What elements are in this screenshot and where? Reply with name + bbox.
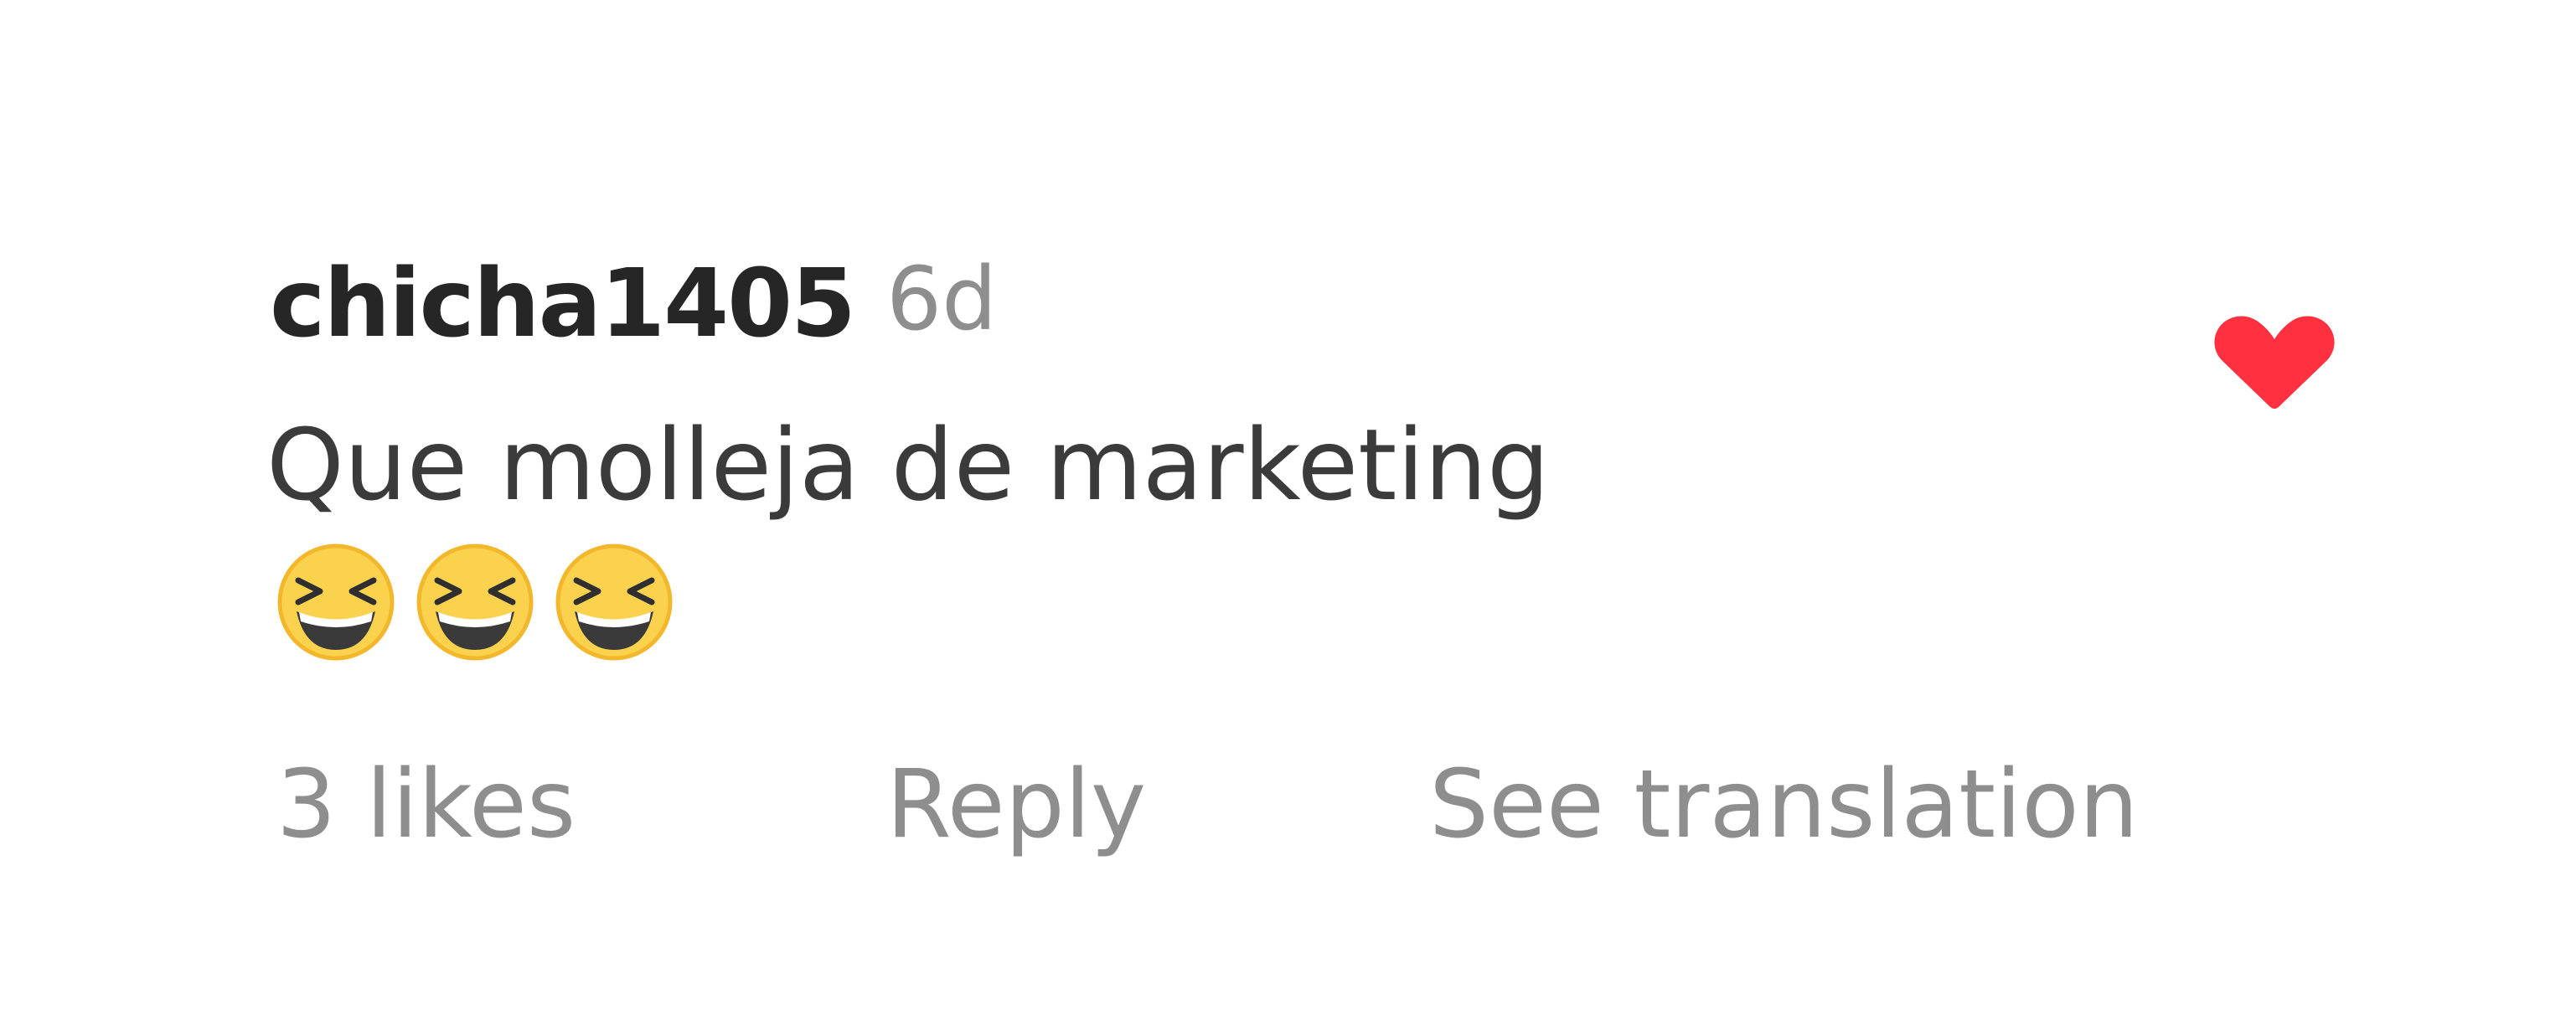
- comment-username[interactable]: chicha1405: [270, 241, 856, 367]
- reply-button[interactable]: Reply: [886, 742, 1146, 868]
- comment: chicha1405 6d Que molleja de marketing 3…: [0, 0, 2576, 1010]
- likes-count-button[interactable]: 3 likes: [276, 742, 576, 868]
- comment-timestamp[interactable]: 6d: [886, 236, 997, 362]
- comment-text: Que molleja de marketing: [266, 407, 1550, 523]
- laughing-face-emoji: [416, 544, 534, 661]
- laughing-face-emoji: [277, 544, 395, 661]
- emoji-row: [276, 543, 674, 662]
- laughing-face-emoji: [555, 544, 673, 661]
- see-translation-button[interactable]: See translation: [1429, 742, 2139, 868]
- heart-icon[interactable]: [2212, 301, 2337, 415]
- comment-actions: 3 likes Reply See translation: [0, 742, 2576, 868]
